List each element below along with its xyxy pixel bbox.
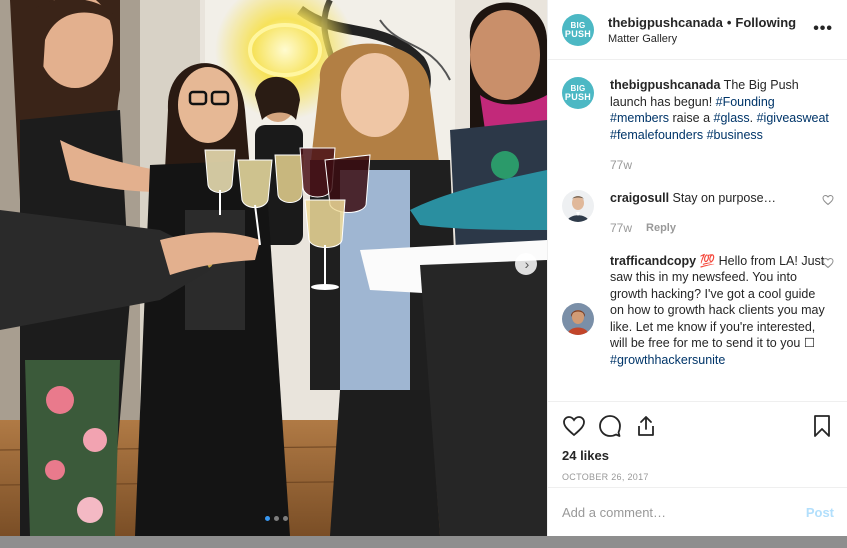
hashtag-link[interactable]: #Founding (716, 95, 775, 109)
caption-text-part: raise a (669, 111, 714, 125)
caption-meta: 77w (610, 157, 832, 174)
likes-count[interactable]: 24 likes (562, 448, 834, 463)
carousel-dot-2 (274, 516, 279, 521)
post-header: BIG PUSH thebigpushcanada • Following Ma… (548, 0, 847, 60)
author-username[interactable]: thebigpushcanada (608, 15, 723, 30)
comment-body: trafficandcopy 💯 Hello from LA! Just saw… (610, 253, 832, 369)
group-toast-photo (0, 0, 547, 536)
post-date[interactable]: OCTOBER 26, 2017 (562, 472, 834, 482)
caption-avatar[interactable]: BIG PUSH (562, 77, 594, 109)
caption-username[interactable]: thebigpushcanada (610, 78, 720, 92)
caption-text: thebigpushcanada The Big Push launch has… (610, 77, 832, 143)
caption-time[interactable]: 77w (610, 157, 632, 174)
comment-time[interactable]: 77w (610, 220, 632, 237)
carousel-dot-3 (283, 516, 288, 521)
commenter-avatar-image (562, 189, 594, 222)
commenter-avatar[interactable] (562, 189, 594, 222)
avatar-text-push: PUSH (564, 92, 592, 102)
comment-text-wrap: trafficandcopy 💯 Hello from LA! Just saw… (610, 253, 832, 369)
comment-meta: 77w Reply (610, 220, 832, 237)
bookmark-icon[interactable] (810, 414, 834, 438)
avatar-text-push: PUSH (564, 28, 592, 39)
action-bar (562, 410, 834, 442)
comment-text-wrap: craigosull Stay on purpose… (610, 190, 832, 207)
header-top-row: thebigpushcanada • Following (608, 15, 796, 30)
carousel-dot-1 (265, 516, 270, 521)
chevron-right-icon: › (524, 255, 530, 272)
instagram-post: › BIG PUSH thebigpushcanada • Following … (0, 0, 847, 536)
hashtag-link[interactable]: #femalefounders (610, 128, 703, 142)
reply-button[interactable]: Reply (646, 220, 676, 237)
like-comment-icon[interactable] (822, 194, 834, 206)
add-comment-bar: Post (548, 487, 847, 536)
hashtag-link[interactable]: #igiveasweat (757, 111, 829, 125)
post-comment-button[interactable]: Post (806, 505, 834, 520)
commenter-avatar-image (562, 302, 594, 335)
carousel-indicator (265, 516, 288, 521)
more-options-icon[interactable]: ••• (813, 20, 833, 38)
post-photo[interactable]: › (0, 0, 547, 536)
comment-username[interactable]: craigosull (610, 191, 669, 205)
heart-icon[interactable] (562, 414, 586, 438)
post-actions: 24 likes OCTOBER 26, 2017 (548, 401, 847, 482)
caption-text-part: . (749, 111, 757, 125)
caption: BIG PUSH thebigpushcanada The Big Push l… (562, 77, 834, 174)
comment-body: craigosull Stay on purpose… 77w Reply (610, 190, 832, 237)
comment-emoji: 💯 (696, 253, 719, 268)
comment-username[interactable]: trafficandcopy (610, 254, 696, 268)
header-text: thebigpushcanada • Following Matter Gall… (608, 15, 796, 45)
header-separator: • (726, 14, 732, 30)
post-side-panel: BIG PUSH thebigpushcanada • Following Ma… (547, 0, 847, 536)
comment-item: craigosull Stay on purpose… 77w Reply (562, 189, 834, 237)
comment-input[interactable] (562, 504, 806, 520)
page-bottom-strip (0, 536, 847, 548)
comment-item: trafficandcopy 💯 Hello from LA! Just saw… (562, 253, 834, 369)
author-avatar[interactable]: BIG PUSH (562, 13, 594, 46)
comment-text: Stay on purpose… (669, 190, 777, 205)
like-comment-icon[interactable] (822, 257, 834, 269)
hashtag-link[interactable]: #members (610, 111, 669, 125)
comments-list[interactable]: BIG PUSH thebigpushcanada The Big Push l… (548, 61, 847, 401)
caption-body: thebigpushcanada The Big Push launch has… (610, 77, 832, 174)
comment-icon[interactable] (598, 414, 622, 438)
following-button[interactable]: Following (735, 15, 796, 30)
hashtag-link[interactable]: #growthhackersunite (610, 353, 725, 367)
hashtag-link[interactable]: #business (707, 128, 763, 142)
hashtag-link[interactable]: #glass (714, 111, 750, 125)
commenter-avatar[interactable] (562, 302, 594, 335)
location-link[interactable]: Matter Gallery (608, 33, 796, 45)
next-photo-button[interactable]: › (515, 253, 537, 275)
share-icon[interactable] (634, 414, 658, 438)
